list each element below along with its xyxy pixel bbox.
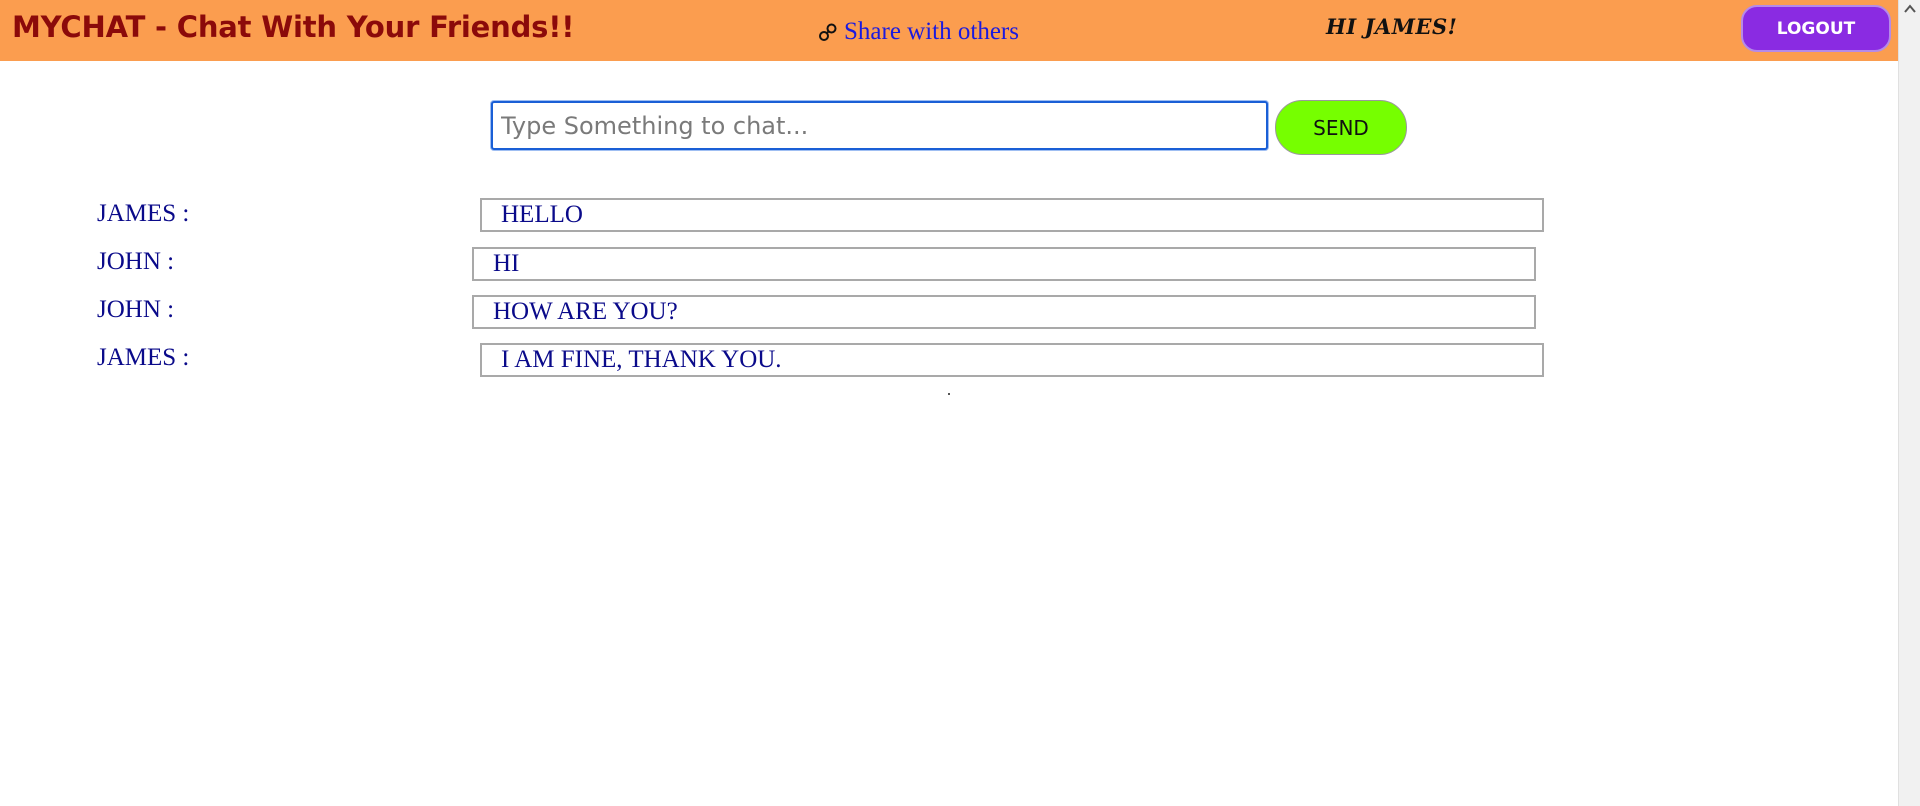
- message-bubble: HOW ARE YOU?: [472, 295, 1536, 329]
- chat-message-input[interactable]: [491, 101, 1268, 150]
- chat-page: MYCHAT - Chat With Your Friends!! Share …: [0, 0, 1920, 806]
- share-label[interactable]: Share with others: [844, 18, 1019, 46]
- message-bubble: I AM FINE, THANK YOU.: [480, 343, 1544, 377]
- message-sender: JAMES :: [97, 200, 190, 227]
- link-icon: [819, 23, 837, 41]
- vertical-scrollbar[interactable]: [1898, 0, 1920, 806]
- message-sender: JOHN :: [97, 248, 175, 275]
- message-bubble: HELLO: [480, 198, 1544, 232]
- send-button[interactable]: SEND: [1275, 100, 1407, 155]
- header-bar: MYCHAT - Chat With Your Friends!! Share …: [0, 0, 1898, 61]
- share-link[interactable]: Share with others: [818, 18, 1019, 46]
- user-greeting: HI JAMES!: [1326, 14, 1458, 39]
- chevron-up-icon[interactable]: [1903, 2, 1917, 16]
- list-end-marker: [948, 393, 950, 395]
- message-sender: JOHN :: [97, 296, 175, 323]
- app-title: MYCHAT - Chat With Your Friends!!: [12, 10, 575, 44]
- logout-button[interactable]: LOGOUT: [1741, 5, 1891, 52]
- message-bubble: HI: [472, 247, 1536, 281]
- message-sender: JAMES :: [97, 344, 190, 371]
